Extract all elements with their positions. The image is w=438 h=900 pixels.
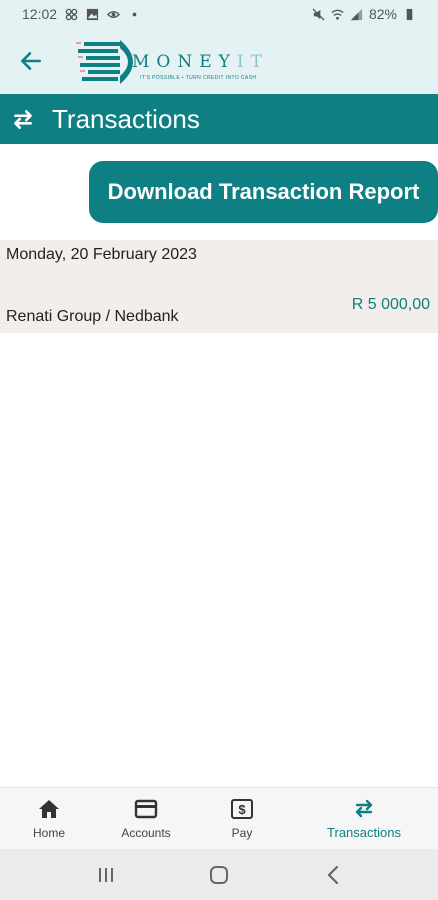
home-icon xyxy=(39,799,59,818)
nav-label-transactions: Transactions xyxy=(327,825,401,840)
nav-label-pay: Pay xyxy=(231,825,253,840)
nav-item-home[interactable]: Home xyxy=(0,788,98,849)
home-button-icon[interactable] xyxy=(207,863,231,887)
transaction-row[interactable]: R 5 000,00 Renati Group / Nedbank xyxy=(0,290,438,330)
nav-label-home: Home xyxy=(32,825,65,840)
back-chevron-icon[interactable] xyxy=(322,863,346,887)
transaction-amount: R 5 000,00 xyxy=(351,296,430,313)
logo-word-main: MONEY xyxy=(132,52,237,72)
signal-icon xyxy=(350,8,363,20)
battery-level: 82% xyxy=(368,6,397,22)
nav-item-accounts[interactable]: Accounts xyxy=(98,788,194,849)
mute-icon xyxy=(312,7,325,21)
transaction-group: Monday, 20 February 2023 R 5 000,00 Rena… xyxy=(0,240,438,333)
page-title: Transactions xyxy=(52,103,200,134)
app-bar: MONEYIT IT'S POSSIBLE • TURN CREDIT INTO… xyxy=(0,28,438,94)
battery-icon xyxy=(406,8,413,20)
moneyit-logo: MONEYIT IT'S POSSIBLE • TURN CREDIT INTO… xyxy=(76,34,286,90)
status-right: 82% xyxy=(312,6,416,22)
transaction-date: Monday, 20 February 2023 xyxy=(6,246,197,263)
status-bar: 12:02 82% xyxy=(0,0,438,28)
system-nav-bar xyxy=(0,849,438,900)
status-left: 12:02 xyxy=(22,6,141,22)
image-icon xyxy=(86,8,99,20)
eye-icon xyxy=(107,10,121,18)
bottom-nav: Home Accounts $ Pay Transactions xyxy=(0,787,438,849)
download-report-button[interactable]: Download Transaction Report xyxy=(89,161,438,223)
nav-label-accounts: Accounts xyxy=(121,825,171,840)
card-icon xyxy=(134,799,158,818)
page-header: Transactions xyxy=(0,94,438,144)
recents-icon[interactable] xyxy=(94,863,118,887)
nav-item-pay[interactable]: $ Pay xyxy=(194,788,290,849)
grid-icon xyxy=(65,8,78,20)
svg-text:$: $ xyxy=(238,802,246,817)
logo-wordmark: MONEYIT xyxy=(132,52,269,72)
dollar-bill-icon: $ xyxy=(231,798,253,819)
dot-icon xyxy=(132,12,137,16)
nav-item-transactions[interactable]: Transactions xyxy=(290,788,438,849)
logo-tagline: IT'S POSSIBLE • TURN CREDIT INTO CASH xyxy=(140,75,257,81)
arrow-left-icon[interactable] xyxy=(18,48,44,74)
swap-icon xyxy=(355,799,373,818)
swap-icon xyxy=(14,110,32,129)
transaction-description: Renati Group / Nedbank xyxy=(6,308,179,325)
wifi-icon xyxy=(331,9,344,20)
status-time: 12:02 xyxy=(22,6,58,22)
logo-word-accent: IT xyxy=(236,52,269,72)
